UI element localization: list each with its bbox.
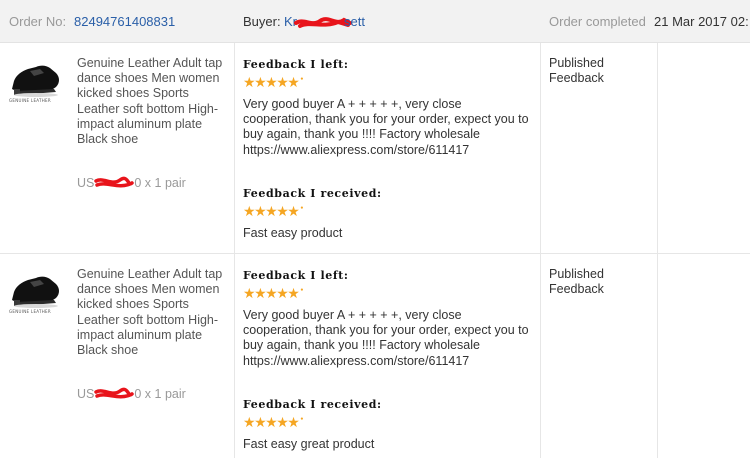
feedback-received-title: Feedback I received: bbox=[243, 187, 382, 200]
order-header: Order No: 82494761408831 Buyer: Kr sett … bbox=[0, 0, 750, 43]
product-thumbnail[interactable]: GENUINE LEATHER bbox=[6, 55, 68, 107]
feedback-left-text: Very good buyer A + + + + +, very close … bbox=[243, 308, 529, 368]
order-completed-label: Order completed bbox=[549, 14, 646, 29]
buyer-label: Buyer: bbox=[243, 14, 281, 29]
product-name-link[interactable]: Genuine Leather Adult tap dance shoes Me… bbox=[77, 267, 232, 358]
thumb-caption: GENUINE LEATHER bbox=[9, 309, 51, 314]
order-completed-date: 21 Mar 2017 02: bbox=[654, 14, 749, 29]
order-row: GENUINE LEATHER Genuine Leather Adult ta… bbox=[0, 254, 750, 458]
star-tail-icon: ● bbox=[300, 205, 304, 211]
feedback-received-text: Fast easy product bbox=[243, 226, 343, 240]
feedback-left-title: Feedback I left: bbox=[243, 269, 349, 282]
redaction-scribble bbox=[94, 176, 135, 188]
thumb-caption: GENUINE LEATHER bbox=[9, 98, 51, 103]
product-name-link[interactable]: Genuine Leather Adult tap dance shoes Me… bbox=[77, 56, 232, 147]
star-icon: ★ bbox=[287, 414, 300, 430]
feedback-status: Published Feedback bbox=[549, 56, 604, 86]
star-icon: ★ bbox=[287, 74, 300, 90]
star-tail-icon: ● bbox=[300, 416, 304, 422]
product-price: US 0 x 1 pair bbox=[77, 176, 186, 190]
order-row: GENUINE LEATHER Genuine Leather Adult ta… bbox=[0, 43, 750, 254]
order-number-label: Order No: bbox=[9, 14, 67, 29]
feedback-left-stars: ★★★★★● bbox=[243, 285, 304, 301]
feedback-left-stars: ★★★★★● bbox=[243, 74, 304, 90]
star-icon: ★ bbox=[287, 203, 300, 219]
feedback-received-stars: ★★★★★● bbox=[243, 203, 304, 219]
feedback-received-text: Fast easy great product bbox=[243, 437, 375, 451]
product-price: US 0 x 1 pair bbox=[77, 387, 186, 401]
product-thumbnail[interactable]: GENUINE LEATHER bbox=[6, 266, 68, 318]
star-icon: ★ bbox=[287, 285, 300, 301]
order-number-link[interactable]: 82494761408831 bbox=[74, 14, 175, 29]
feedback-received-title: Feedback I received: bbox=[243, 398, 382, 411]
star-tail-icon: ● bbox=[300, 287, 304, 293]
redaction-scribble bbox=[94, 387, 135, 399]
buyer-name-tail[interactable]: sett bbox=[344, 14, 365, 29]
feedback-received-stars: ★★★★★● bbox=[243, 414, 304, 430]
feedback-status: Published Feedback bbox=[549, 267, 604, 297]
feedback-left-text: Very good buyer A + + + + +, very close … bbox=[243, 97, 529, 157]
feedback-left-title: Feedback I left: bbox=[243, 58, 349, 71]
star-tail-icon: ● bbox=[300, 76, 304, 82]
